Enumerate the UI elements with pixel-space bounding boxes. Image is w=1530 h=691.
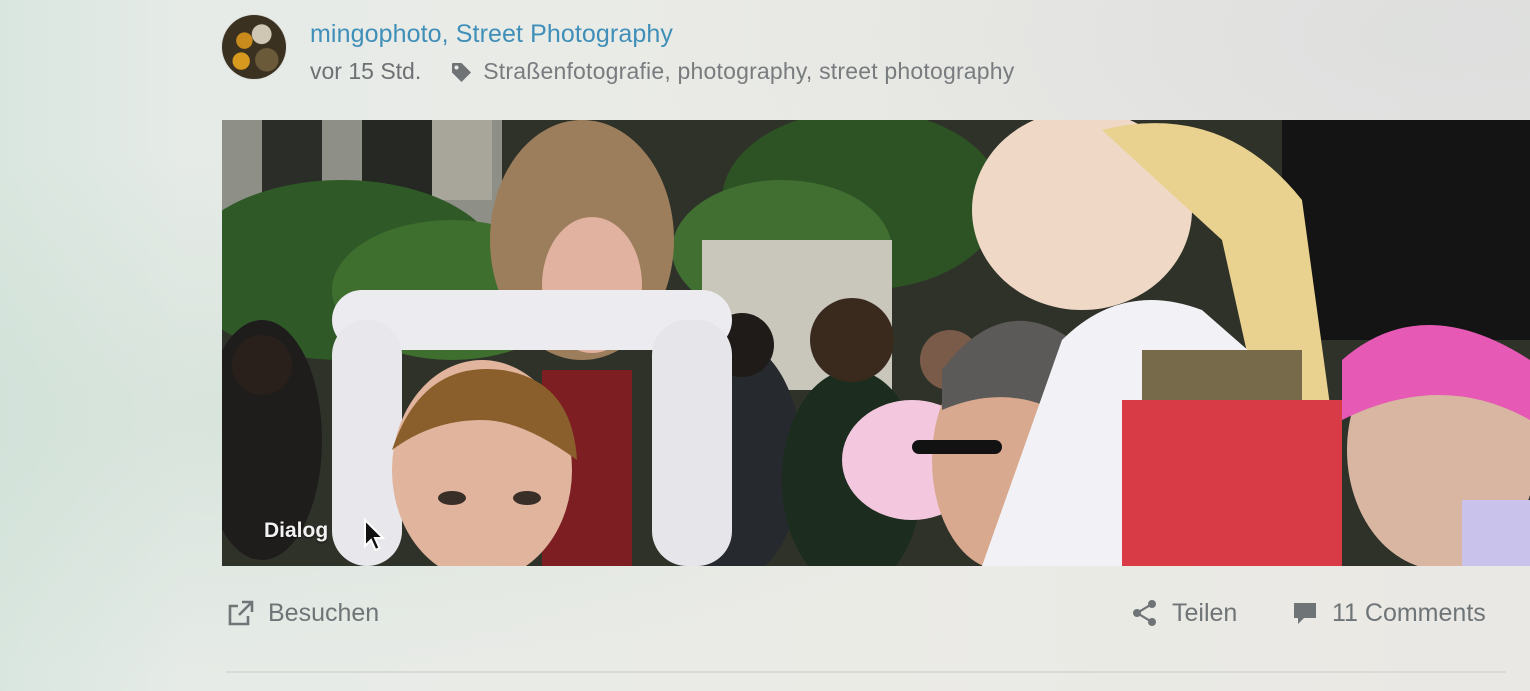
share-button[interactable]: Teilen [1130,598,1237,628]
comment-icon [1290,598,1320,628]
visit-label: Besuchen [268,598,380,627]
cursor-icon [363,518,385,552]
external-link-icon [226,598,256,628]
post-header: mingophoto, Street Photography vor 15 St… [222,12,1222,102]
post-meta: vor 15 Std. Straßenfotografie, photograp… [310,58,1014,85]
photo-caption: Dialog [264,519,329,542]
post-time[interactable]: vor 15 Std. [310,58,421,85]
avatar[interactable] [222,15,286,79]
tag-icon [449,60,473,84]
post-tags[interactable]: Straßenfotografie, photography, street p… [483,58,1014,85]
comments-label: 11 Comments [1332,598,1486,627]
divider [226,671,1506,673]
photo-artwork [222,120,1530,566]
comments-button[interactable]: 11 Comments [1290,598,1486,628]
post-actions: Besuchen Teilen 11 Comments [222,598,1502,648]
post-card: mingophoto, Street Photography vor 15 St… [222,12,1530,691]
author-link[interactable]: mingophoto, Street Photography [310,20,673,49]
share-icon [1130,598,1160,628]
share-label: Teilen [1172,598,1238,627]
visit-button[interactable]: Besuchen [226,598,379,628]
post-photo[interactable]: Dialog [222,120,1530,566]
